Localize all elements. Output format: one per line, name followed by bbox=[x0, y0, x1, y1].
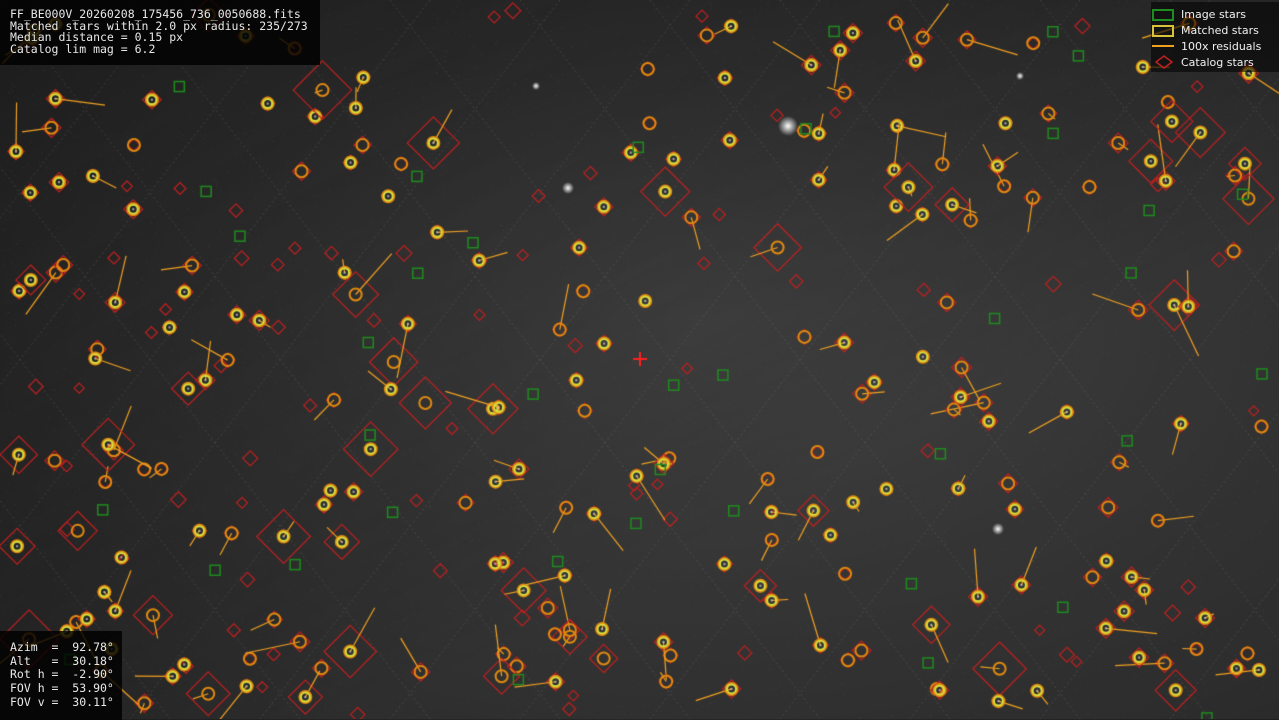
azimuth-readout: Azim = 92.78° bbox=[10, 640, 114, 654]
catalog-limit: Catalog lim mag = 6.2 bbox=[10, 41, 156, 56]
legend-label-matched: Matched stars bbox=[1181, 23, 1259, 37]
rotation-readout: Rot h = -2.90° bbox=[10, 667, 114, 682]
legend-matched-stars: Matched stars bbox=[1151, 22, 1275, 38]
legend-residuals: 100x residuals bbox=[1151, 38, 1275, 54]
catalog-star-diamond-icon bbox=[1151, 55, 1181, 69]
star-field-plot[interactable] bbox=[0, 0, 1279, 719]
image-star-square-icon bbox=[1151, 7, 1181, 21]
legend-image-stars: Image stars bbox=[1151, 6, 1275, 22]
legend-label-residuals: 100x residuals bbox=[1181, 39, 1262, 53]
matched-star-box-icon bbox=[1151, 23, 1181, 37]
fov-h-readout: FOV h = 53.90° bbox=[10, 681, 114, 696]
match-info-panel: FF_BE000V_20260208_175456_736_0050688.fi… bbox=[0, 0, 320, 65]
fov-v-readout: FOV v = 30.11° bbox=[10, 694, 114, 709]
plot-legend: Image stars Matched stars 100x residuals… bbox=[1151, 2, 1279, 72]
legend-label-image: Image stars bbox=[1181, 7, 1246, 21]
legend-catalog-stars: Catalog stars bbox=[1151, 54, 1275, 70]
altitude-readout: Alt = 30.18° bbox=[10, 653, 114, 668]
residual-line-icon bbox=[1151, 39, 1181, 53]
pointing-panel: Azim = 92.78° Alt = 30.18° Rot h = -2.90° F… bbox=[0, 631, 122, 720]
legend-label-catalog: Catalog stars bbox=[1181, 55, 1254, 69]
